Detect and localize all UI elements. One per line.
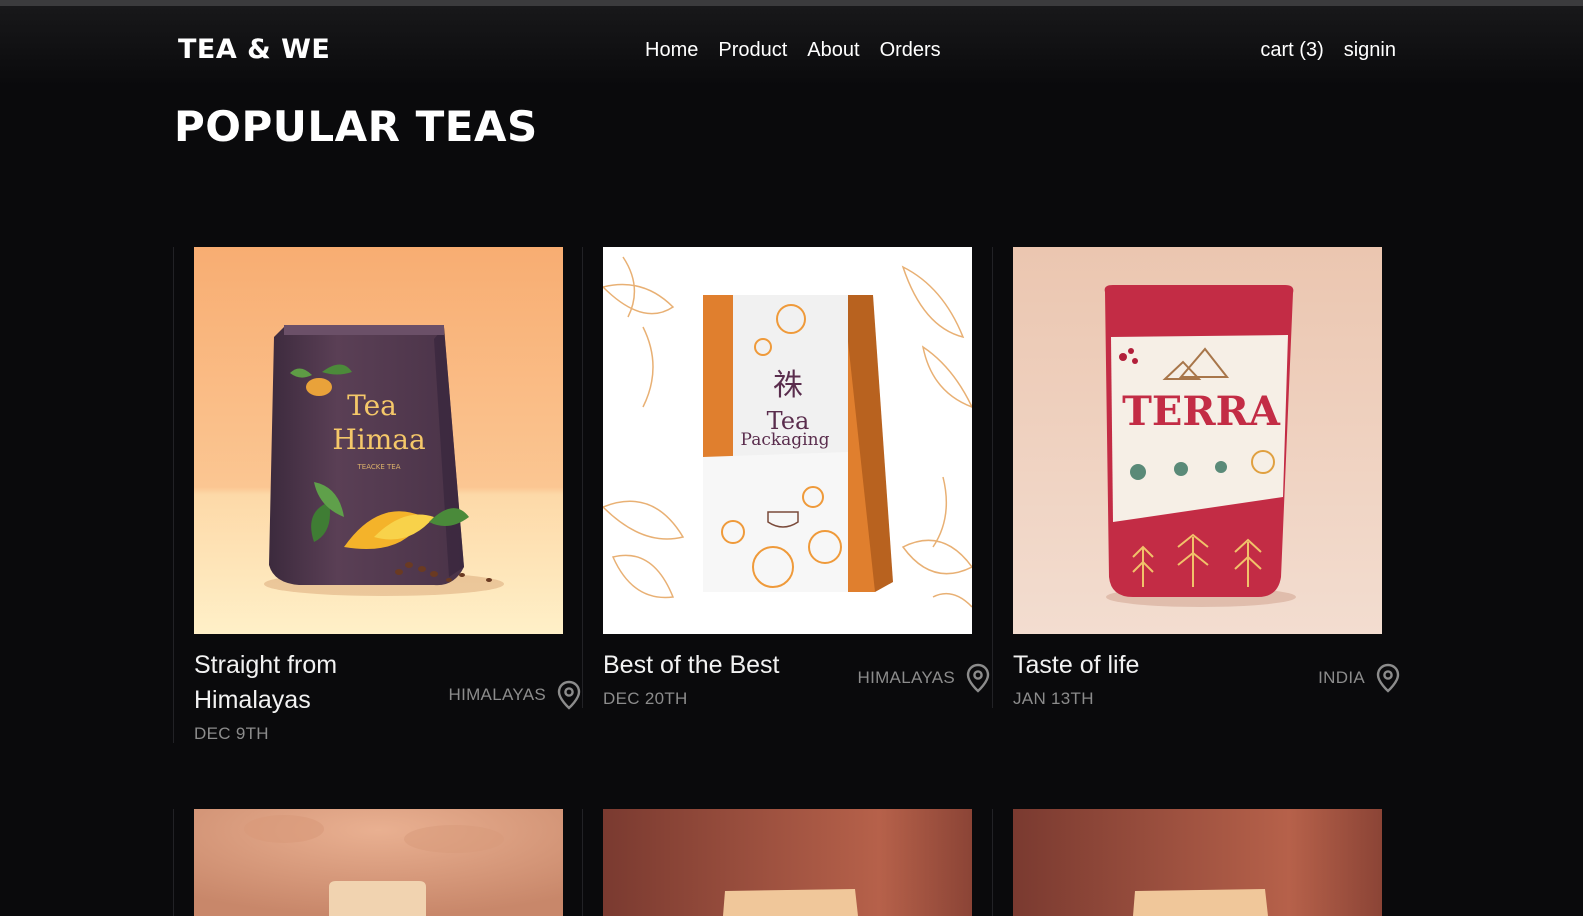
tea-bag-image: Tea Himaa TEACKE TEA — [194, 247, 563, 634]
tea-bag-image — [194, 809, 563, 916]
product-card[interactable] — [173, 809, 582, 916]
product-image[interactable]: TERRA — [1013, 247, 1382, 634]
bag-label-terra: TERRA — [1122, 388, 1281, 435]
product-card[interactable]: TERRA Taste of life INDIA JAN 13TH — [992, 247, 1401, 708]
bag-label-line2: Himaa — [332, 423, 425, 456]
map-pin-icon — [1376, 663, 1400, 693]
terra-pouch-image: TERRA — [1013, 247, 1382, 634]
product-image[interactable]: 祩 Tea Packaging — [603, 247, 972, 634]
product-card[interactable] — [582, 809, 991, 916]
bag-glyph: 祩 — [773, 368, 803, 403]
product-date: JAN 13TH — [1013, 689, 1094, 708]
nav-orders-link[interactable]: Orders — [880, 39, 941, 62]
bag-label-line1: Tea — [347, 389, 397, 422]
location-label: HIMALAYAS — [857, 668, 955, 687]
signin-link[interactable]: signin — [1344, 39, 1396, 62]
product-title[interactable]: Straight from Himalayas — [194, 648, 424, 718]
product-title[interactable]: Best of the Best — [603, 648, 843, 683]
product-image[interactable] — [194, 809, 563, 916]
product-date: DEC 20TH — [603, 689, 688, 708]
cart-link[interactable]: cart (3) — [1260, 39, 1323, 62]
tea-packaging-image: 祩 Tea Packaging — [603, 247, 972, 634]
product-card[interactable]: 祩 Tea Packaging Best of the Best HIMALAY… — [582, 247, 991, 708]
bag-label-sub: TEACKE TEA — [357, 463, 401, 471]
product-image[interactable]: Tea Himaa TEACKE TEA — [194, 247, 563, 634]
tea-bag-image — [1013, 809, 1382, 916]
top-navbar: TEA & WE Home Product About Orders cart … — [0, 6, 1583, 86]
map-pin-icon — [557, 680, 581, 710]
location-label: INDIA — [1318, 668, 1365, 687]
bag-label-line2: Packaging — [741, 430, 830, 450]
page-title: POPULAR TEAS — [174, 102, 538, 151]
location-label: HIMALAYAS — [448, 685, 546, 704]
product-location: HIMALAYAS — [858, 663, 992, 693]
product-image[interactable] — [1013, 809, 1382, 916]
product-image[interactable] — [603, 809, 972, 916]
user-nav: cart (3) signin — [1260, 39, 1396, 62]
product-date: DEC 9TH — [194, 724, 269, 743]
product-card[interactable] — [992, 809, 1401, 916]
product-title[interactable]: Taste of life — [1013, 648, 1243, 683]
brand-logo[interactable]: TEA & WE — [178, 34, 330, 65]
nav-product-link[interactable]: Product — [718, 39, 787, 62]
product-location: INDIA — [1318, 663, 1401, 693]
main-nav: Home Product About Orders — [645, 39, 941, 62]
product-location: HIMALAYAS — [449, 680, 583, 710]
product-card[interactable]: Tea Himaa TEACKE TEA Straight from Himal… — [173, 247, 582, 743]
map-pin-icon — [966, 663, 990, 693]
tea-bag-image — [603, 809, 972, 916]
nav-home-link[interactable]: Home — [645, 39, 698, 62]
nav-about-link[interactable]: About — [807, 39, 859, 62]
